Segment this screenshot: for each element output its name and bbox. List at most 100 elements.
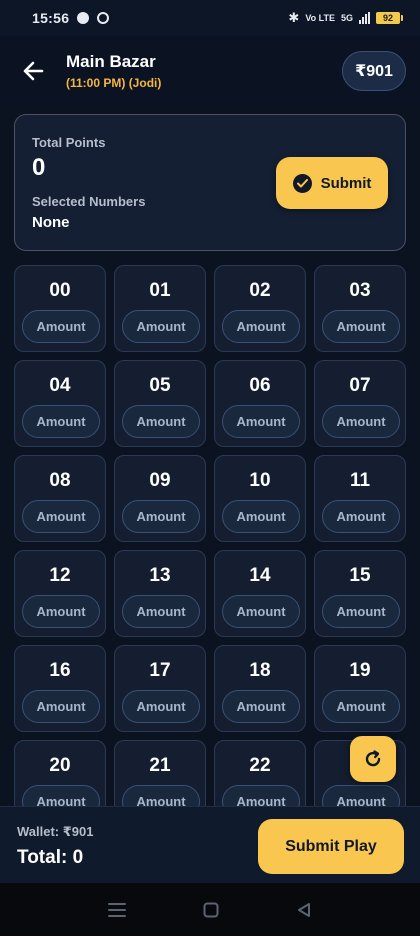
jodi-number: 01 <box>149 280 171 301</box>
selected-numbers-value: None <box>32 214 70 231</box>
jodi-number: 03 <box>349 280 371 301</box>
game-timing: (11:00 PM) (Jodi) <box>66 76 162 90</box>
number-cell: 19 <box>314 645 406 732</box>
amount-input[interactable] <box>322 405 400 438</box>
amount-input[interactable] <box>322 595 400 628</box>
amount-input[interactable] <box>22 595 100 628</box>
arrow-left-icon <box>23 61 44 81</box>
number-cell: 11 <box>314 455 406 542</box>
jodi-number: 08 <box>49 470 71 491</box>
system-navigation-bar <box>0 883 420 936</box>
check-circle-icon <box>292 173 312 193</box>
page-title: Main Bazar <box>66 52 156 71</box>
number-cell: 06 <box>214 360 306 447</box>
amount-input[interactable] <box>222 405 300 438</box>
jodi-number: 09 <box>149 470 171 491</box>
amount-input[interactable] <box>322 310 400 343</box>
amount-input[interactable] <box>122 405 200 438</box>
number-cell: 05 <box>114 360 206 447</box>
jodi-number: 04 <box>49 375 71 396</box>
menu-lines-icon[interactable] <box>108 902 127 918</box>
amount-input[interactable] <box>22 690 100 723</box>
number-cell: 10 <box>214 455 306 542</box>
status-time: 15:56 <box>32 10 70 26</box>
amount-input[interactable] <box>122 310 200 343</box>
status-left: 15:56 <box>32 10 110 26</box>
amount-input[interactable] <box>22 405 100 438</box>
amount-input[interactable] <box>122 500 200 533</box>
amount-input[interactable] <box>322 500 400 533</box>
number-cell: 17 <box>114 645 206 732</box>
jodi-number: 05 <box>149 375 171 396</box>
jodi-number-grid: 00 01 02 03 04 05 06 07 08 09 10 11 12 13 14 15 16 17 18 19… <box>14 265 406 827</box>
amount-input[interactable] <box>222 595 300 628</box>
amount-input[interactable] <box>222 690 300 723</box>
amount-input[interactable] <box>222 310 300 343</box>
sync-notification-icon <box>97 12 110 24</box>
total-points-label: Total Points <box>32 135 106 150</box>
number-cell: 14 <box>214 550 306 637</box>
number-cell: 01 <box>114 265 206 352</box>
number-cell: 12 <box>14 550 106 637</box>
number-cell: 00 <box>14 265 106 352</box>
refresh-icon <box>365 750 381 767</box>
status-right: ✱ Vo LTE 5G 92 <box>288 10 403 26</box>
bluetooth-icon: ✱ <box>288 10 300 25</box>
amount-input[interactable] <box>22 500 100 533</box>
summary-card: Total Points 0 Selected Numbers None Sub… <box>14 114 406 251</box>
back-button[interactable] <box>18 56 48 86</box>
jodi-number: 14 <box>249 565 271 586</box>
jodi-number: 13 <box>149 565 171 586</box>
jodi-number: 15 <box>349 565 371 586</box>
signal-icon <box>359 12 370 24</box>
jodi-number: 17 <box>149 660 171 681</box>
title-block: Main Bazar (11:00 PM) (Jodi) <box>66 52 161 90</box>
jodi-number: 02 <box>249 280 271 301</box>
number-cell: 07 <box>314 360 406 447</box>
number-cell: 18 <box>214 645 306 732</box>
bottom-bar: Wallet: ₹901 Total: 0 Submit Play <box>0 806 420 883</box>
jodi-number: 12 <box>49 565 71 586</box>
number-cell: 02 <box>214 265 306 352</box>
jodi-number: 06 <box>249 375 271 396</box>
amount-input[interactable] <box>322 690 400 723</box>
chat-notification-icon <box>77 12 90 24</box>
submit-play-button[interactable]: Submit Play <box>258 819 404 874</box>
number-cell: 13 <box>114 550 206 637</box>
number-cell: 16 <box>14 645 106 732</box>
number-cell: 15 <box>314 550 406 637</box>
jodi-number: 20 <box>49 755 71 776</box>
amount-input[interactable] <box>222 500 300 533</box>
total-text: Total: 0 <box>17 847 84 868</box>
jodi-number: 07 <box>349 375 371 396</box>
wallet-balance-chip[interactable]: ₹901 <box>342 51 406 91</box>
number-cell: 08 <box>14 455 106 542</box>
jodi-number: 16 <box>49 660 71 681</box>
number-cell: 04 <box>14 360 106 447</box>
number-cell: 09 <box>114 455 206 542</box>
volte-label: Vo LTE <box>305 12 335 23</box>
total-points-value: 0 <box>32 154 46 181</box>
jodi-number: 18 <box>249 660 271 681</box>
jodi-number: 21 <box>149 755 171 776</box>
number-cell: 03 <box>314 265 406 352</box>
amount-input[interactable] <box>122 690 200 723</box>
jodi-number: 11 <box>349 470 371 491</box>
triangle-back-icon[interactable] <box>296 902 312 918</box>
submit-button-label: Submit <box>320 174 372 192</box>
network-label: 5G <box>340 12 353 23</box>
app-header: Main Bazar (11:00 PM) (Jodi) ₹901 <box>0 36 420 106</box>
jodi-number: 10 <box>249 470 271 491</box>
battery-icon: 92 <box>376 12 403 24</box>
square-icon[interactable] <box>203 902 219 918</box>
wallet-text: Wallet: ₹901 <box>17 824 94 839</box>
refresh-button[interactable] <box>350 736 396 782</box>
jodi-number: 00 <box>49 280 71 301</box>
jodi-number: 19 <box>349 660 371 681</box>
selected-numbers-label: Selected Numbers <box>32 194 146 209</box>
amount-input[interactable] <box>22 310 100 343</box>
submit-button[interactable]: Submit <box>276 157 388 209</box>
jodi-number: 22 <box>249 755 271 776</box>
amount-input[interactable] <box>122 595 200 628</box>
status-bar: 15:56 ✱ Vo LTE 5G 92 <box>0 0 420 36</box>
